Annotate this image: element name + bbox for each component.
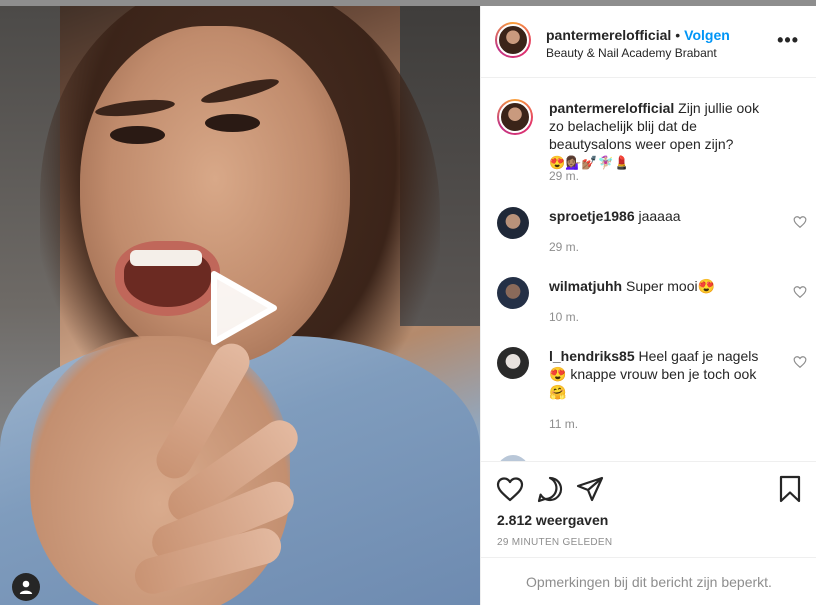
avatar[interactable] — [497, 347, 529, 379]
avatar[interactable] — [497, 99, 533, 135]
like-comment-icon[interactable] — [793, 355, 807, 369]
comments-list: pantermerelofficial Zijn jullie ook zo b… — [481, 79, 816, 461]
comment-time[interactable]: 29 m. — [549, 240, 579, 254]
comment-username[interactable]: wilmatjuhh — [549, 278, 622, 294]
author-username[interactable]: pantermerelofficial — [546, 27, 671, 43]
play-icon[interactable] — [208, 270, 278, 346]
post-header: pantermerelofficial • Volgen Beauty & Nail… — [481, 6, 816, 78]
like-comment-icon[interactable] — [793, 285, 807, 299]
avatar[interactable] — [497, 207, 529, 239]
comment-text: jaaaaa — [638, 208, 681, 224]
follow-button[interactable]: Volgen — [684, 27, 730, 43]
tagged-user-icon[interactable] — [12, 573, 40, 601]
avatar[interactable] — [497, 277, 529, 309]
post-actions: 2.812 weergaven 29 MINUTEN GELEDEN Opmer… — [481, 461, 816, 605]
bookmark-icon[interactable] — [775, 474, 805, 504]
comment-username[interactable]: l_hendriks85 — [549, 348, 635, 364]
comment-text: Super mooi😍 — [626, 278, 716, 294]
post-timestamp[interactable]: 29 MINUTEN GELEDEN — [497, 537, 612, 548]
avatar[interactable] — [495, 22, 531, 58]
caption-time[interactable]: 29 m. — [549, 169, 579, 183]
video-player[interactable] — [0, 6, 480, 605]
share-icon[interactable] — [575, 474, 605, 504]
view-count[interactable]: 2.812 weergaven — [497, 512, 608, 528]
comments-limited-notice: Opmerkingen bij dit bericht zijn beperkt… — [481, 557, 816, 605]
comment-time[interactable]: 11 m. — [549, 417, 578, 431]
comment-icon[interactable] — [535, 474, 565, 504]
like-comment-icon[interactable] — [793, 215, 807, 229]
more-options-icon[interactable]: ••• — [777, 30, 799, 51]
post-side-panel: pantermerelofficial • Volgen Beauty & Nail… — [480, 6, 816, 605]
location-link[interactable]: Beauty & Nail Academy Brabant — [546, 44, 730, 62]
heart-icon[interactable] — [495, 474, 525, 504]
instagram-post-modal: pantermerelofficial • Volgen Beauty & Nail… — [0, 0, 816, 605]
caption-username[interactable]: pantermerelofficial — [549, 100, 674, 116]
comment-time[interactable]: 10 m. — [549, 310, 579, 324]
separator: • — [675, 27, 681, 43]
comment-username[interactable]: sproetje1986 — [549, 208, 635, 224]
user-icon — [19, 580, 33, 594]
